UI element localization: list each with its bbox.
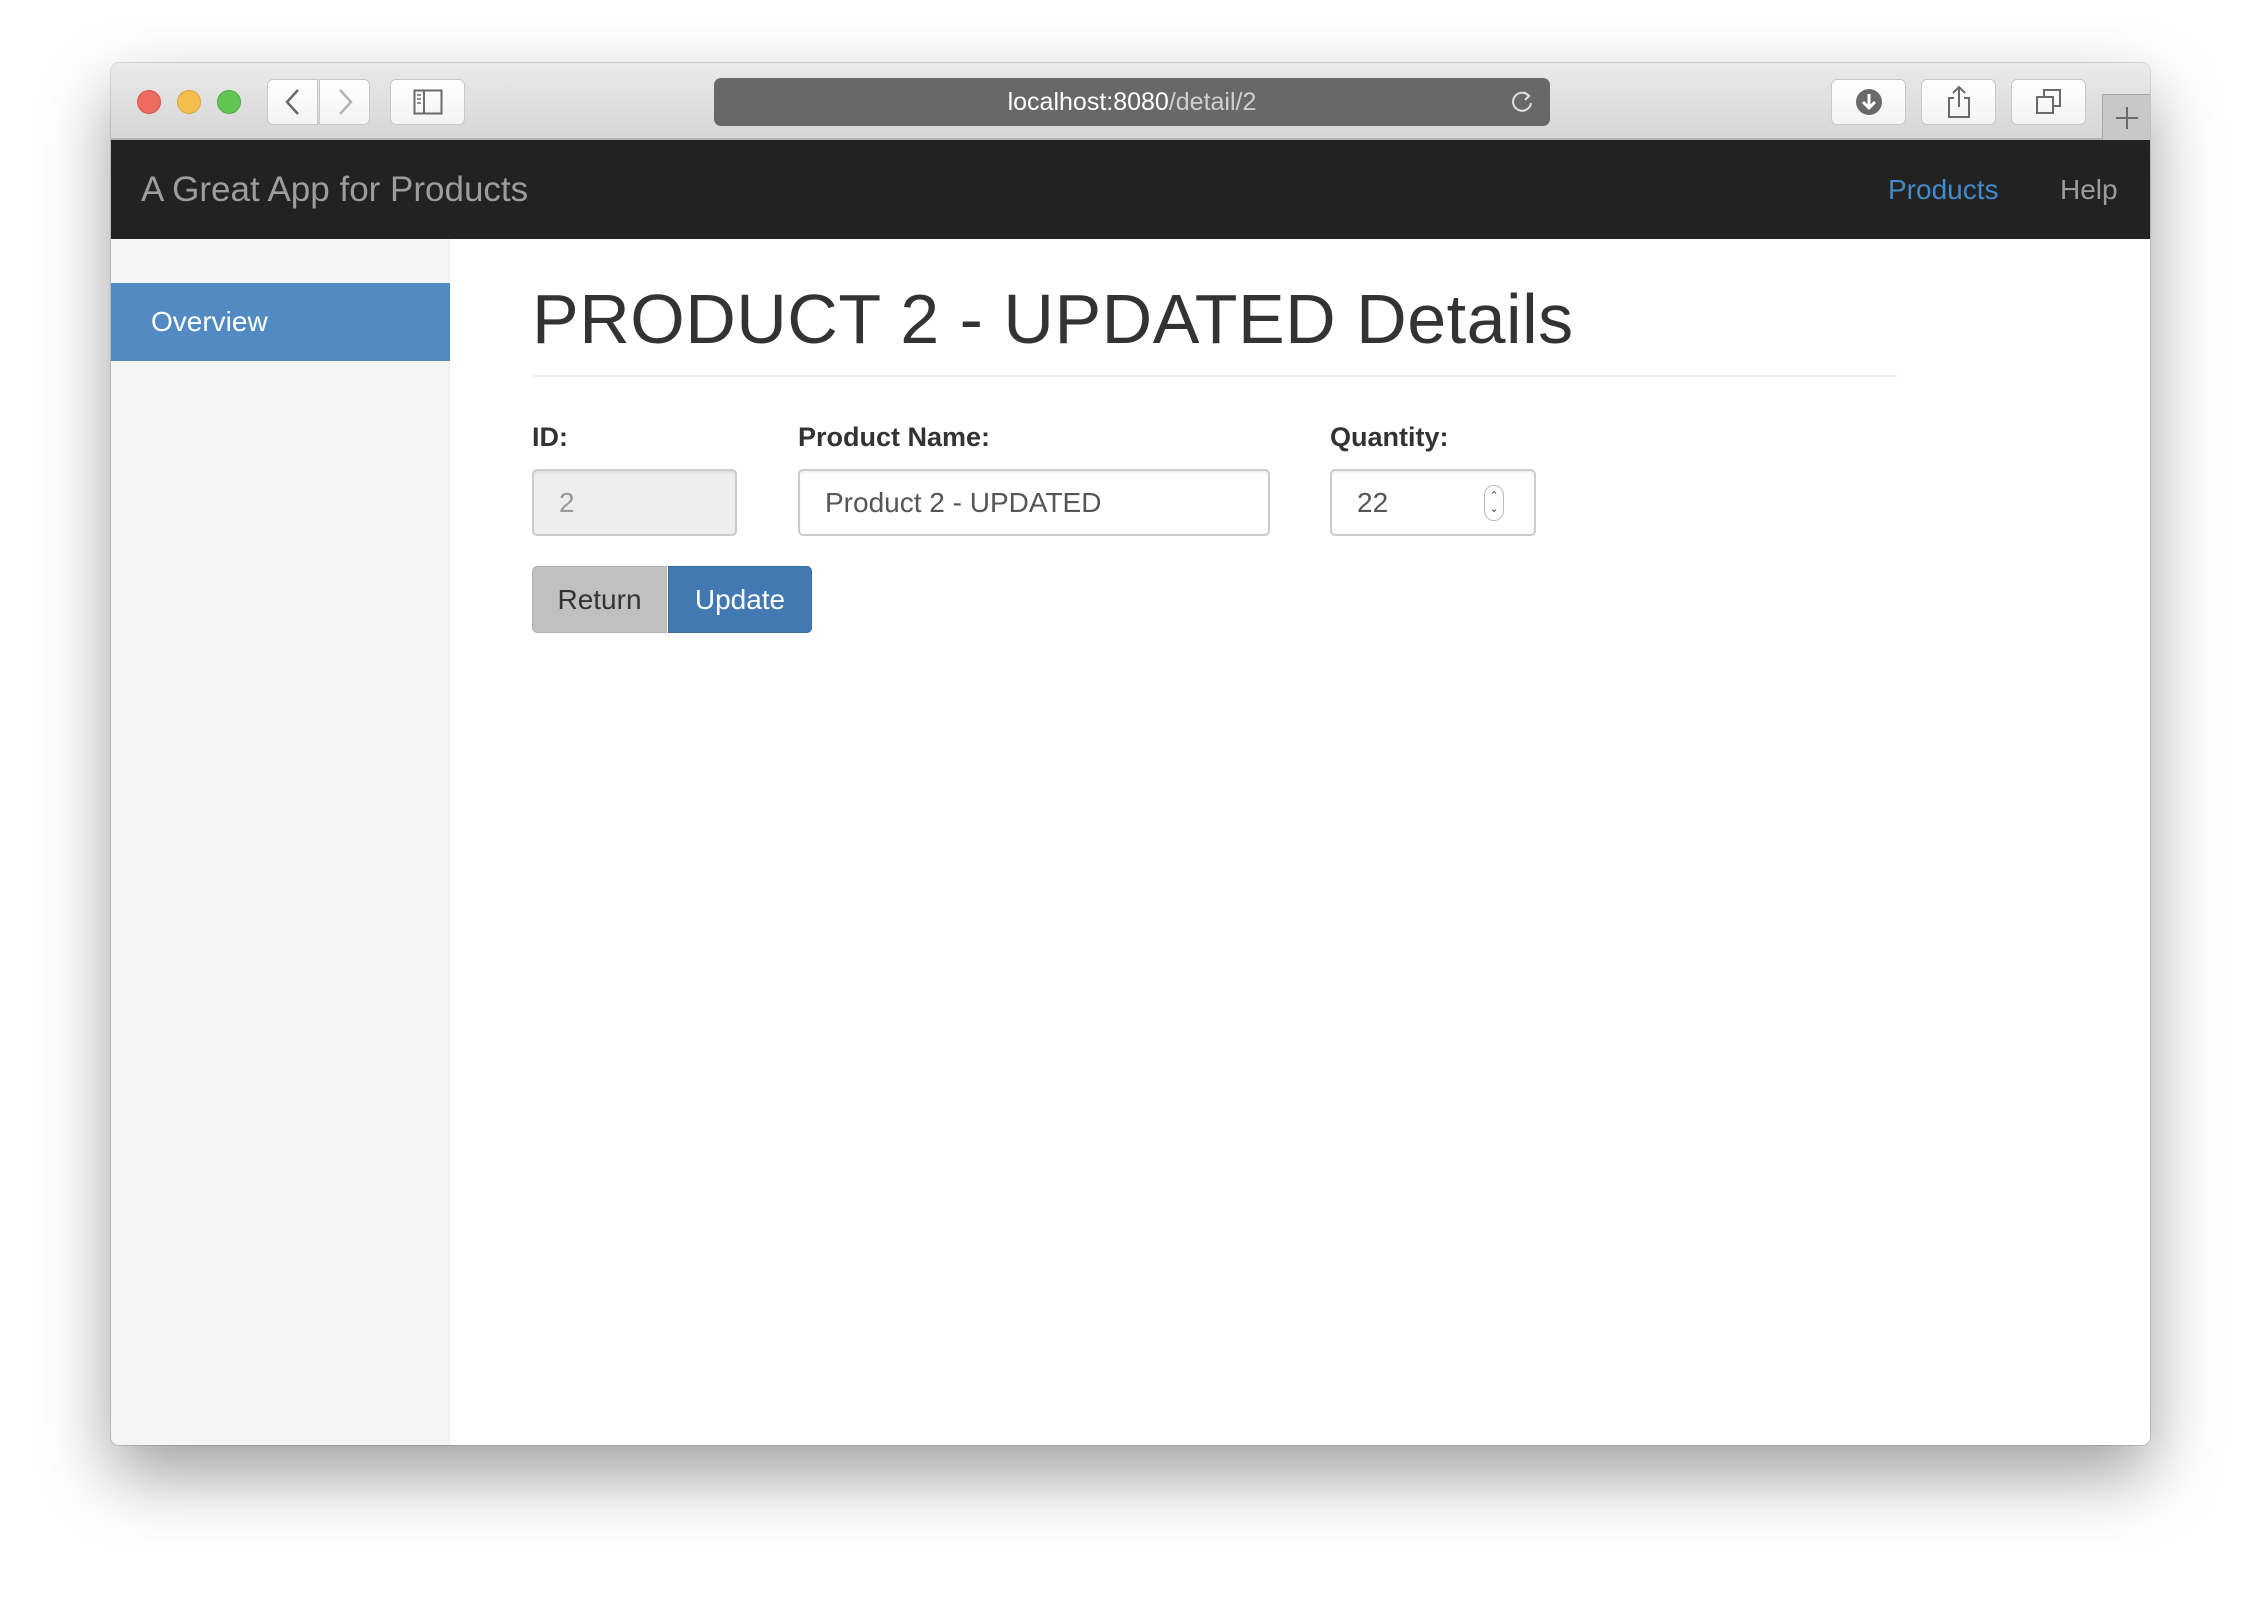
new-tab-button[interactable] <box>2102 94 2150 140</box>
quantity-stepper[interactable]: ⌃ ⌄ <box>1484 485 1504 521</box>
download-button[interactable] <box>1831 79 1906 125</box>
tabs-icon <box>2035 89 2061 114</box>
plus-icon <box>2115 106 2138 129</box>
id-field: 2 <box>532 469 737 536</box>
nav-link-help[interactable]: Help <box>2060 140 2118 239</box>
quantity-value: 22 <box>1357 486 1389 518</box>
page-title: PRODUCT 2 - UPDATED Details <box>532 280 1574 358</box>
sidebar-item-overview[interactable]: Overview <box>111 283 450 361</box>
browser-window: localhost:8080/detail/2 A Great App for … <box>111 63 2150 1445</box>
browser-toolbar: localhost:8080/detail/2 <box>111 63 2150 140</box>
quantity-field[interactable]: 22 ⌃ ⌄ <box>1330 469 1536 536</box>
sidebar: Overview <box>111 239 450 1445</box>
share-button[interactable] <box>1921 79 1996 125</box>
url-host: localhost:8080 <box>1007 87 1169 116</box>
chevron-right-icon <box>338 89 353 115</box>
id-value: 2 <box>559 486 575 518</box>
brand-link[interactable]: A Great App for Products <box>141 140 528 239</box>
forward-button[interactable] <box>319 79 370 125</box>
product-name-label: Product Name: <box>798 422 991 452</box>
reload-icon[interactable] <box>1508 88 1536 116</box>
nav-link-products[interactable]: Products <box>1888 140 1999 239</box>
chevron-left-icon <box>284 89 299 115</box>
app-navbar: A Great App for Products Products Help <box>111 140 2150 239</box>
share-icon <box>1947 85 1970 118</box>
zoom-window-button[interactable] <box>217 90 241 114</box>
return-button[interactable]: Return <box>532 566 667 633</box>
product-name-value: Product 2 - UPDATED <box>825 486 1102 518</box>
back-button[interactable] <box>267 79 318 125</box>
sidebar-icon <box>413 89 442 115</box>
close-window-button[interactable] <box>137 90 161 114</box>
title-divider <box>532 375 1897 377</box>
address-bar[interactable]: localhost:8080/detail/2 <box>714 78 1550 126</box>
product-name-field[interactable]: Product 2 - UPDATED <box>798 469 1270 536</box>
stepper-down-icon[interactable]: ⌄ <box>1489 503 1498 516</box>
tabs-overview-button[interactable] <box>2011 79 2086 125</box>
url-path: /detail/2 <box>1168 87 1257 116</box>
minimize-window-button[interactable] <box>177 90 201 114</box>
sidebar-toggle-button[interactable] <box>390 79 465 125</box>
stepper-up-icon[interactable]: ⌃ <box>1489 490 1498 503</box>
id-label: ID: <box>532 422 568 452</box>
update-button[interactable]: Update <box>668 566 812 633</box>
download-icon <box>1855 89 1882 115</box>
quantity-label: Quantity: <box>1330 422 1449 452</box>
